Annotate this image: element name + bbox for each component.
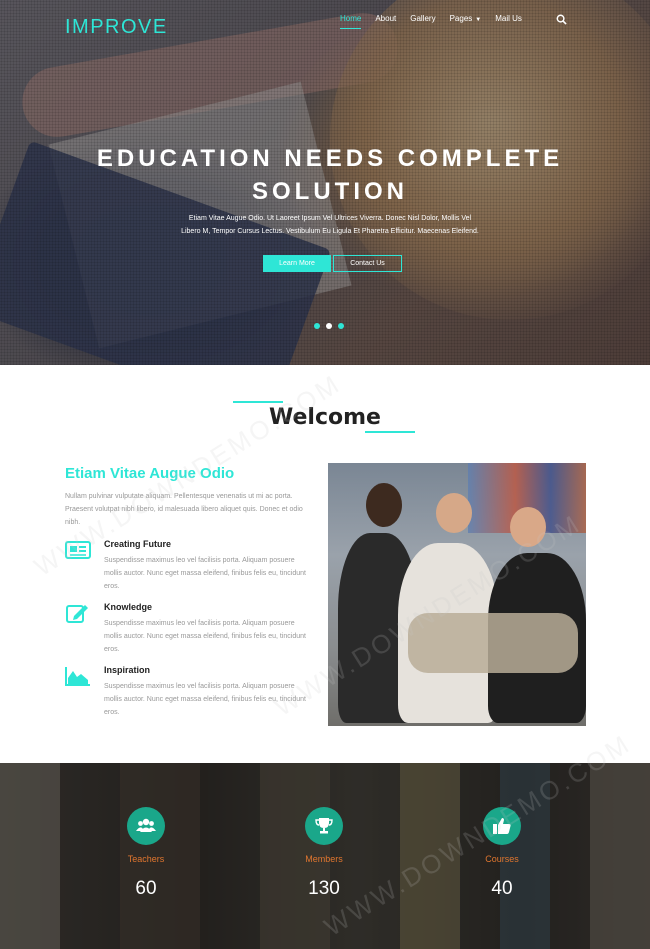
feature-text: Suspendisse maximus leo vel facilisis po… bbox=[104, 620, 306, 653]
welcome-subtitle: Etiam Vitae Augue Odio bbox=[65, 465, 235, 482]
trophy-icon bbox=[315, 818, 333, 834]
title-decoration-right bbox=[365, 431, 415, 433]
hero-description-line-2: Libero M, Tempor Cursus Lectus. Vestibul… bbox=[181, 228, 479, 235]
hero-section: IMPROVE Home About Gallery Pages ▼ Mail U… bbox=[0, 0, 650, 365]
nav-item-about[interactable]: About bbox=[375, 14, 396, 29]
stat-teachers: Teachers 60 bbox=[86, 807, 206, 900]
feature-text: Suspendisse maximus leo vel facilisis po… bbox=[104, 557, 306, 590]
stat-label: Members bbox=[305, 854, 343, 864]
stats-section: Teachers 60 Members 130 Courses 40 bbox=[0, 763, 650, 949]
feature-title: Inspiration bbox=[104, 665, 151, 675]
hero-title-line-1: EDUCATION NEEDS COMPLETE bbox=[96, 145, 564, 172]
stat-label: Courses bbox=[485, 854, 519, 864]
feature-title: Creating Future bbox=[104, 539, 172, 549]
feature-text: Suspendisse maximus leo vel facilisis po… bbox=[104, 683, 306, 716]
hero-title-line-2: SOLUTION bbox=[252, 178, 408, 205]
stat-icon-circle bbox=[305, 807, 343, 845]
stat-label: Teachers bbox=[127, 854, 165, 864]
site-logo[interactable]: IMPROVE bbox=[65, 16, 168, 39]
main-menu: Home About Gallery Pages ▼ Mail Us bbox=[340, 14, 536, 29]
title-decoration-left bbox=[233, 401, 283, 403]
stat-courses: Courses 40 bbox=[442, 807, 562, 900]
slider-dots bbox=[314, 323, 344, 329]
hero-description-line-1: Etiam Vitae Augue Odio. Ut Laoreet Ipsum… bbox=[188, 215, 472, 222]
photo-student-1-head bbox=[366, 483, 402, 527]
users-icon bbox=[136, 818, 156, 832]
thumbs-up-icon bbox=[493, 818, 511, 834]
slider-dot-1[interactable] bbox=[314, 323, 320, 329]
search-icon[interactable] bbox=[556, 14, 567, 25]
contact-us-button[interactable]: Contact Us bbox=[333, 255, 402, 272]
welcome-paragraph: Nullam pulvinar vulputate aliquam. Pelle… bbox=[65, 493, 303, 526]
welcome-title: Welcome bbox=[269, 405, 381, 430]
stat-value: 130 bbox=[308, 878, 340, 899]
learn-more-button[interactable]: Learn More bbox=[263, 255, 331, 272]
feature-title: Knowledge bbox=[104, 602, 153, 612]
nav-item-mail-us[interactable]: Mail Us bbox=[495, 14, 522, 29]
stat-icon-circle bbox=[483, 807, 521, 845]
stat-icon-circle bbox=[127, 807, 165, 845]
slider-dot-3[interactable] bbox=[338, 323, 344, 329]
newspaper-icon bbox=[65, 541, 91, 559]
area-chart-icon bbox=[65, 667, 90, 686]
hero-title: EDUCATION NEEDS COMPLETE SOLUTION bbox=[0, 142, 650, 208]
caret-down-icon: ▼ bbox=[475, 17, 482, 23]
nav-item-pages-label: Pages bbox=[449, 14, 473, 23]
nav-item-pages[interactable]: Pages ▼ bbox=[450, 14, 482, 29]
nav-item-home[interactable]: Home bbox=[340, 14, 362, 29]
stat-value: 60 bbox=[135, 878, 157, 899]
welcome-section: Welcome Etiam Vitae Augue Odio Nullam pu… bbox=[0, 365, 650, 763]
hero-description: Etiam Vitae Augue Odio. Ut Laoreet Ipsum… bbox=[160, 212, 500, 238]
students-photo bbox=[328, 463, 586, 726]
slider-dot-2[interactable] bbox=[326, 323, 332, 329]
photo-khaki-pants bbox=[408, 613, 578, 673]
stat-value: 40 bbox=[491, 878, 513, 899]
stat-members: Members 130 bbox=[264, 807, 384, 900]
top-navbar: IMPROVE Home About Gallery Pages ▼ Mail U… bbox=[0, 0, 650, 50]
photo-student-3-head bbox=[510, 507, 546, 547]
photo-student-2-head bbox=[436, 493, 472, 533]
edit-icon bbox=[66, 605, 88, 623]
nav-item-gallery[interactable]: Gallery bbox=[410, 14, 435, 29]
